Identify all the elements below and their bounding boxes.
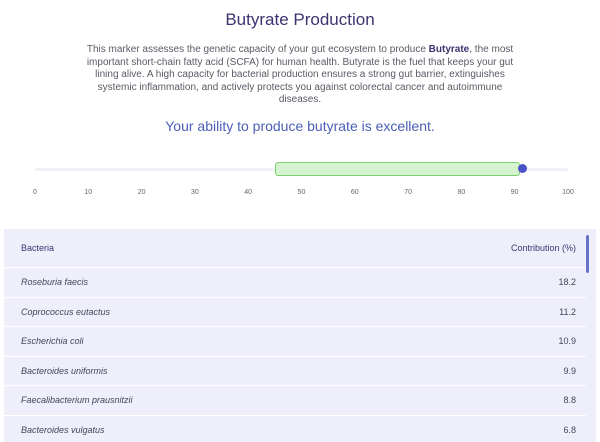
bacteria-name: Bacteroides vulgatus xyxy=(21,424,105,435)
contribution-value: 10.9 xyxy=(558,336,576,347)
contribution-value: 11.2 xyxy=(559,306,576,317)
scale-tick-label: 70 xyxy=(404,189,412,196)
table-row: Roseburia faecis 18.2 xyxy=(4,267,586,297)
score-scale: 0 10 20 30 40 50 60 70 80 90 100 xyxy=(33,160,574,200)
bacteria-name: Faecalibacterium prausnitzii xyxy=(21,395,133,406)
scale-tick-label: 30 xyxy=(190,189,199,196)
table-row: Escherichia coli 10.9 xyxy=(4,326,586,356)
scrollbar-thumb[interactable] xyxy=(586,235,589,273)
contribution-value: 6.8 xyxy=(563,424,576,435)
table-row: Faecalibacterium prausnitzii 8.8 xyxy=(4,385,586,415)
bacteria-name: Escherichia coli xyxy=(21,336,84,347)
scale-tick-label: 10 xyxy=(84,189,93,196)
table-header: Bacteria Contribution (%) xyxy=(4,229,586,267)
table-scrollbar[interactable] xyxy=(586,235,589,442)
description-text-start: This marker assesses the genetic capacit… xyxy=(86,44,429,55)
score-marker xyxy=(518,164,528,173)
bacteria-name: Coprococcus eutactus xyxy=(21,306,111,317)
scale-tick-label: 0 xyxy=(33,189,37,196)
scale-tick-label: 40 xyxy=(244,189,253,196)
contribution-value: 9.9 xyxy=(563,365,576,376)
scale-tick-label: 60 xyxy=(350,189,359,196)
table-row: Bacteroides vulgatus 6.8 xyxy=(4,414,586,442)
table-row: Bacteroides uniformis 9.9 xyxy=(4,355,586,386)
bacteria-name: Roseburia faecis xyxy=(21,277,89,288)
table-row: Coprococcus eutactus 11.2 xyxy=(4,296,586,327)
scale-tick-label: 50 xyxy=(297,189,306,196)
scale-tick-label: 80 xyxy=(457,189,466,196)
table-body: Roseburia faecis 18.2 Coprococcus eutactus… xyxy=(4,267,586,442)
description-keyword: Butyrate xyxy=(428,44,470,55)
column-header-bacteria[interactable]: Bacteria xyxy=(21,243,54,253)
contribution-value: 18.2 xyxy=(558,277,576,288)
optimal-range-bar xyxy=(274,162,521,176)
marker-description: This marker assesses the genetic capacit… xyxy=(80,44,520,107)
page-title: Butyrate Production xyxy=(225,10,375,29)
column-header-contribution[interactable]: Contribution (%) xyxy=(511,243,576,253)
bacteria-table[interactable]: Bacteria Contribution (%) Roseburia faec… xyxy=(4,229,596,442)
result-verdict: Your ability to produce butyrate is exce… xyxy=(165,118,435,134)
bacteria-name: Bacteroides uniformis xyxy=(21,365,108,376)
scale-tick-label: 90 xyxy=(510,189,519,196)
scale-tick-label: 20 xyxy=(137,189,146,196)
contribution-value: 8.8 xyxy=(563,395,576,406)
scale-tick-label: 100 xyxy=(562,189,574,196)
